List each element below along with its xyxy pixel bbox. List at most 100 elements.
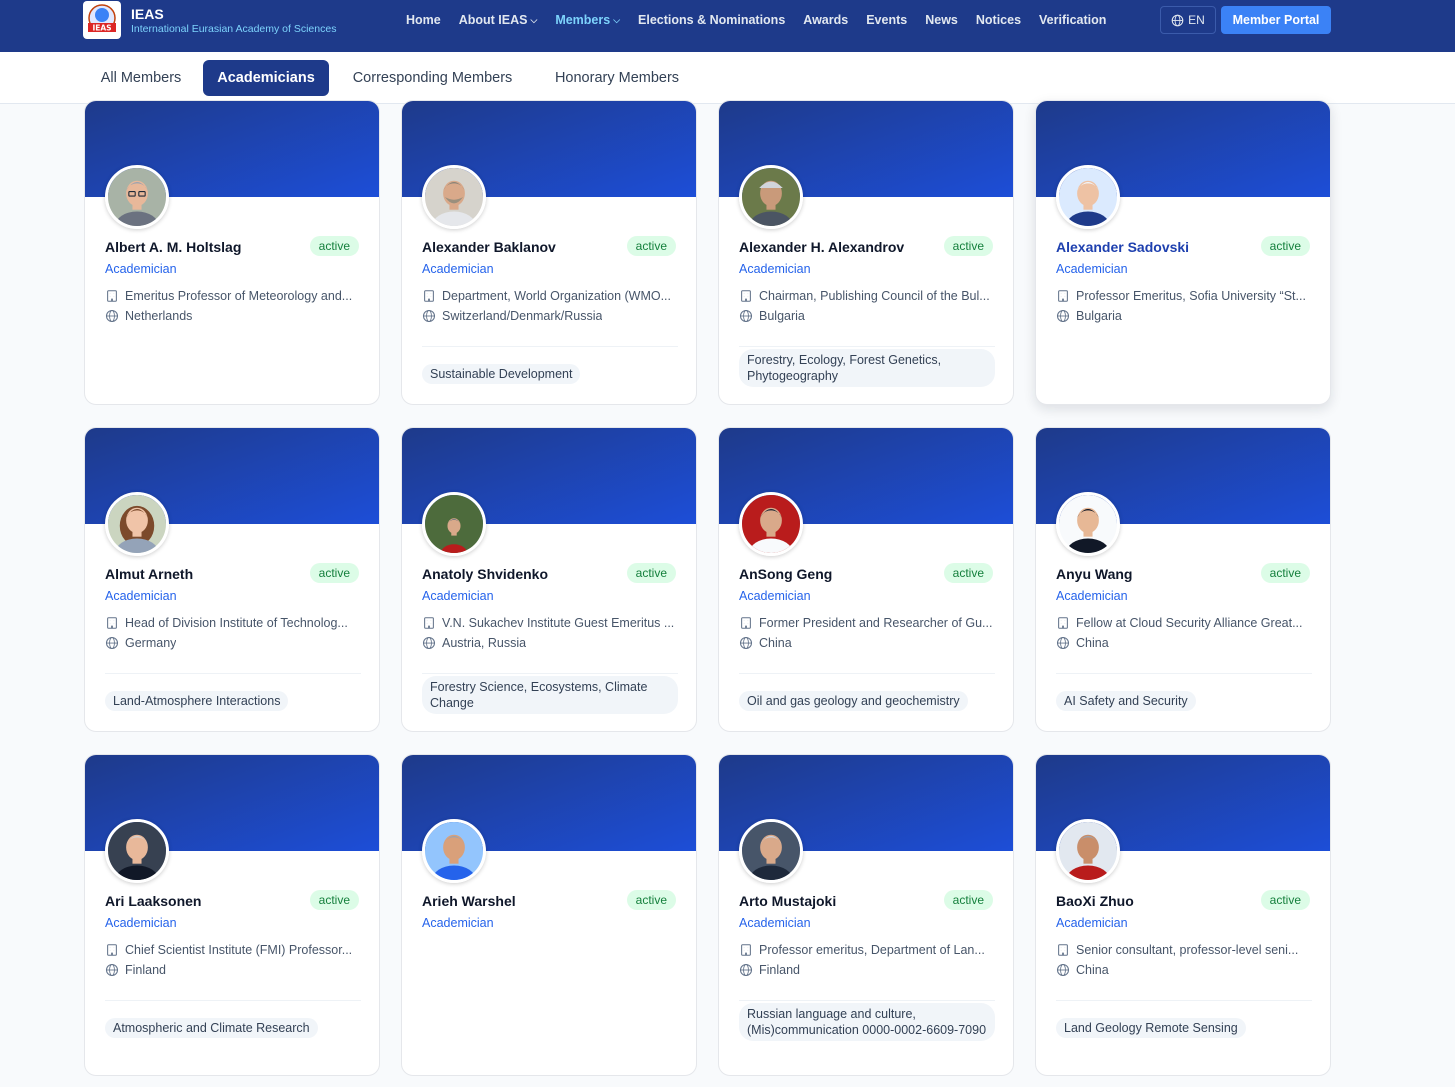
member-country: Bulgaria (1056, 309, 1312, 323)
status-badge: active (309, 890, 359, 910)
nav-notices[interactable]: Notices (976, 13, 1021, 27)
nav-news[interactable]: News (925, 13, 958, 27)
card-divider (1056, 673, 1312, 674)
expertise-tag: Land Geology Remote Sensing (1056, 1018, 1246, 1038)
nav-elections-nominations[interactable]: Elections & Nominations (638, 13, 785, 27)
building-icon (107, 290, 117, 302)
tab-all-members[interactable]: All Members (85, 60, 197, 96)
member-name[interactable]: Arieh Warshel (422, 893, 516, 909)
logo-emblem-icon: IEAS (88, 4, 116, 33)
nav-label: Members (555, 13, 611, 27)
member-avatar (422, 492, 486, 556)
member-name[interactable]: BaoXi Zhuo (1056, 893, 1134, 909)
member-role: Academician (739, 262, 811, 276)
main-nav: Home About IEAS ⌵ Members ⌵ Elections & Nomin… (406, 0, 1124, 40)
member-card[interactable]: AnSong Geng active Academician Former Presi… (718, 427, 1014, 732)
ieas-logo[interactable]: IEAS (83, 1, 121, 39)
member-card[interactable]: Alexander Sadovski active Academician Profe… (1035, 100, 1331, 405)
status-badge: active (943, 236, 993, 256)
building-icon (741, 290, 751, 302)
expertise-tag: Atmospheric and Climate Research (105, 1018, 318, 1038)
member-position: V.N. Sukachev Institute Guest Emeritus .… (422, 616, 678, 630)
nav-verification[interactable]: Verification (1039, 13, 1106, 27)
member-country: China (1056, 963, 1312, 977)
top-navbar: IEAS IEAS International Eurasian Academy… (0, 0, 1455, 52)
brand-title[interactable]: IEAS (131, 6, 164, 22)
position-text: Fellow at Cloud Security Alliance Great.… (1076, 616, 1303, 630)
status-badge: active (309, 563, 359, 583)
member-role: Academician (422, 262, 494, 276)
member-card[interactable]: Arto Mustajoki active Academician Professor… (718, 754, 1014, 1076)
nav-label: News (925, 13, 958, 27)
member-card[interactable]: Alexander H. Alexandrov active Academician… (718, 100, 1014, 405)
building-icon (1058, 617, 1068, 629)
nav-label: Notices (975, 13, 1022, 27)
member-role: Academician (1056, 916, 1128, 930)
position-text: Emeritus Professor of Meteorology and... (125, 289, 353, 303)
member-card[interactable]: Anatoly Shvidenko active Academician V.N. S… (401, 427, 697, 732)
member-name[interactable]: Arto Mustajoki (739, 893, 836, 909)
language-selector[interactable]: EN (1160, 6, 1216, 34)
brand-subtitle[interactable]: International Eurasian Academy of Scienc… (131, 23, 336, 35)
member-position: Fellow at Cloud Security Alliance Great.… (1056, 616, 1312, 630)
member-card[interactable]: Ari Laaksonen active Academician Chief Scie… (84, 754, 380, 1076)
tab-honorary-members[interactable]: Honorary Members (538, 60, 696, 96)
tab-academicians[interactable]: Academicians (203, 60, 329, 96)
building-icon (741, 944, 751, 956)
position-text: Professor emeritus, Department of Lan... (759, 943, 985, 957)
member-country: Germany (105, 636, 361, 650)
building-icon (741, 617, 751, 629)
nav-members[interactable]: Members ⌵ (555, 13, 620, 27)
expertise-tag: Land-Atmosphere Interactions (105, 691, 289, 711)
card-divider (422, 673, 678, 674)
member-name[interactable]: Ari Laaksonen (105, 893, 201, 909)
globe-icon (1056, 963, 1070, 977)
nav-home[interactable]: Home (406, 13, 441, 27)
card-divider (105, 1000, 361, 1001)
nav-awards[interactable]: Awards (803, 13, 848, 27)
member-country: Netherlands (105, 309, 361, 323)
member-name[interactable]: Alexander Baklanov (422, 239, 556, 255)
country-text: Bulgaria (1076, 309, 1122, 323)
member-position: Professor Emeritus, Sofia University “St… (1056, 289, 1312, 303)
tab-corresponding-members[interactable]: Corresponding Members (335, 60, 530, 96)
nav-label: Verification (1039, 13, 1107, 27)
member-name[interactable]: Anatoly Shvidenko (422, 566, 548, 582)
member-name[interactable]: Alexander H. Alexandrov (739, 239, 904, 255)
nav-about-ieas[interactable]: About IEAS ⌵ (459, 13, 538, 27)
language-label: EN (1188, 13, 1205, 27)
member-avatar (1056, 492, 1120, 556)
card-divider (422, 346, 678, 347)
chevron-down-icon: ⌵ (613, 14, 621, 25)
member-position: Senior consultant, professor-level seni.… (1056, 943, 1312, 957)
country-text: Netherlands (125, 309, 193, 323)
member-card[interactable]: Anyu Wang active Academician Fellow at Clou… (1035, 427, 1331, 732)
member-name[interactable]: Almut Arneth (105, 566, 193, 582)
member-country: Finland (105, 963, 361, 977)
status-badge: active (309, 236, 359, 256)
nav-events[interactable]: Events (866, 13, 907, 27)
member-name[interactable]: AnSong Geng (739, 566, 832, 582)
globe-icon (422, 636, 436, 650)
country-text: Austria, Russia (442, 636, 527, 650)
position-text: Senior consultant, professor-level seni.… (1076, 943, 1299, 957)
status-badge: active (1260, 236, 1310, 256)
member-avatar (422, 819, 486, 883)
member-name[interactable]: Anyu Wang (1056, 566, 1132, 582)
member-card[interactable]: Arieh Warshel active Academician (401, 754, 697, 1076)
member-card[interactable]: Albert A. M. Holtslag active Academician Em… (84, 100, 380, 405)
status-badge: active (943, 890, 993, 910)
member-avatar (1056, 165, 1120, 229)
nav-label: Awards (803, 13, 849, 27)
card-divider (1056, 1000, 1312, 1001)
member-role: Academician (739, 589, 811, 603)
member-card[interactable]: BaoXi Zhuo active Academician Senior consul… (1035, 754, 1331, 1076)
member-card[interactable]: Almut Arneth active Academician Head of Div… (84, 427, 380, 732)
member-name[interactable]: Albert A. M. Holtslag (105, 239, 241, 255)
member-name[interactable]: Alexander Sadovski (1056, 239, 1189, 255)
expertise-tag: Sustainable Development (422, 364, 581, 384)
member-portal-button[interactable]: Member Portal (1221, 6, 1331, 34)
member-position: Chairman, Publishing Council of the Bul.… (739, 289, 995, 303)
building-icon (1058, 944, 1068, 956)
member-card[interactable]: Alexander Baklanov active Academician Depar… (401, 100, 697, 405)
